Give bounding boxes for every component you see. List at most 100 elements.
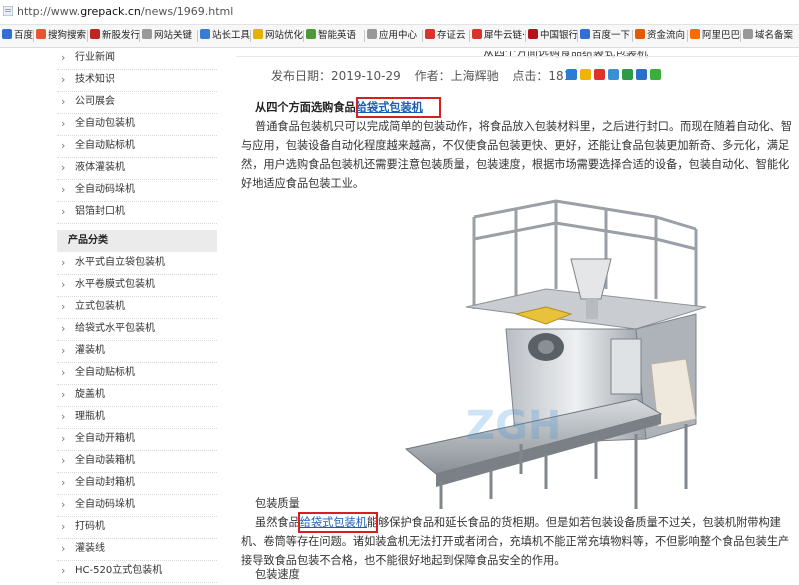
bookmark-item[interactable]: 搜狗搜索 <box>36 29 86 43</box>
sidebar-item[interactable]: › 旋盖机 <box>57 384 217 407</box>
sidebar-item[interactable]: › 全自动码垛机 <box>57 179 217 202</box>
address-bar[interactable]: http://www.grepack.cn/news/1969.html <box>0 0 799 25</box>
share-wechat-icon[interactable] <box>650 69 661 80</box>
sidebar-item[interactable]: › 全自动贴标机 <box>57 135 217 158</box>
section-quality-title: 包装质量 <box>255 497 300 510</box>
sidebar-item-label: 全自动封箱机 <box>75 477 135 488</box>
chevron-right-icon: › <box>61 95 66 108</box>
author: 作者：上海辉驰 <box>414 69 499 83</box>
bookmark-favicon-icon <box>142 29 152 39</box>
chevron-right-icon: › <box>61 454 66 467</box>
sidebar-item[interactable]: › 行业新闻 <box>57 47 217 70</box>
sidebar-item-label: 全自动开箱机 <box>75 433 135 444</box>
sidebar-item[interactable]: › 全自动包装机 <box>57 113 217 136</box>
sidebar-item[interactable]: › 液体灌装机 <box>57 157 217 180</box>
share-renren-icon[interactable] <box>636 69 647 80</box>
sidebar-item-label: 水平式自立袋包装机 <box>75 257 165 268</box>
sidebar-item[interactable]: › 灌装线 <box>57 538 217 561</box>
sidebar-item[interactable]: › 水平卷膜式包装机 <box>57 274 217 297</box>
share-tencent-weibo-icon[interactable] <box>608 69 619 80</box>
bookmark-item[interactable]: 站长工具 <box>200 29 250 43</box>
bookmark-label: 智能英语 <box>318 30 357 41</box>
sidebar-item-label: 全自动码垛机 <box>75 499 135 510</box>
bookmark-label: 资金流向 <box>647 30 686 41</box>
bookmark-label: 网站关键 <box>154 30 193 41</box>
bookmark-label: 中国银行 <box>540 30 579 41</box>
chevron-right-icon: › <box>61 278 66 291</box>
article-title: 从四个方面选购食品给袋式包装机 <box>483 46 648 59</box>
bookmark-item[interactable]: 犀牛云链· <box>472 29 525 43</box>
sidebar-item[interactable]: › 全自动贴标机 <box>57 362 217 385</box>
bookmark-item[interactable]: 新股发行 <box>90 29 140 43</box>
title-divider <box>236 56 799 57</box>
sidebar-item-label: 立式包装机 <box>75 301 125 312</box>
bookmark-item[interactable]: 存证云 <box>425 29 466 43</box>
share-qzone-icon[interactable] <box>580 69 591 80</box>
bookmark-label: 犀牛云链· <box>484 30 526 41</box>
article-content: 从四个方面选购食品给袋式包装机 发布日期：2019-10-29 作者：上海辉驰 … <box>236 46 799 581</box>
bookmark-item[interactable]: 百度 <box>2 29 33 43</box>
bookmark-favicon-icon <box>690 29 700 39</box>
bookmark-item[interactable]: 智能英语 <box>306 29 356 43</box>
sidebar-item-label: 全自动贴标机 <box>75 140 135 151</box>
bookmark-separator <box>364 30 365 42</box>
bookmark-separator <box>740 30 741 42</box>
sidebar-item[interactable]: › 公司展会 <box>57 91 217 114</box>
sidebar-item[interactable]: › 全自动装箱机 <box>57 450 217 473</box>
bookmark-separator <box>632 30 633 42</box>
sidebar-item-label: 打码机 <box>75 521 105 532</box>
share-plus-icon[interactable] <box>566 69 577 80</box>
bookmark-separator <box>197 30 198 42</box>
bookmark-label: 站长工具 <box>212 30 251 41</box>
sidebar-item[interactable]: › 立式包装机 <box>57 296 217 319</box>
sidebar-item[interactable]: › 全自动码垛机 <box>57 494 217 517</box>
sidebar-item[interactable]: › 全自动开箱机 <box>57 428 217 451</box>
bookmark-favicon-icon <box>635 29 645 39</box>
bookmark-separator <box>577 30 578 42</box>
bookmark-separator <box>469 30 470 42</box>
bookmark-item[interactable]: 中国银行 <box>528 29 578 43</box>
bookmark-item[interactable]: 百度一下 <box>580 29 630 43</box>
sidebar-item[interactable]: › 给袋式水平包装机 <box>57 318 217 341</box>
sidebar-item-label: 理瓶机 <box>75 411 105 422</box>
bookmark-separator <box>250 30 251 42</box>
bookmark-item[interactable]: 阿里巴巴 <box>690 29 740 43</box>
bookmark-favicon-icon <box>528 29 538 39</box>
bookmark-favicon-icon <box>253 29 263 39</box>
bookmark-favicon-icon <box>472 29 482 39</box>
bookmark-favicon-icon <box>36 29 46 39</box>
sidebar-item-label: 全自动装箱机 <box>75 455 135 466</box>
sidebar-item-label: 水平卷膜式包装机 <box>75 279 155 290</box>
sidebar-item-label: 公司展会 <box>75 96 115 107</box>
sidebar-item[interactable]: › 理瓶机 <box>57 406 217 429</box>
sidebar-item[interactable]: › 铝箔封口机 <box>57 201 217 224</box>
bookmark-item[interactable]: 网站优化 <box>253 29 303 43</box>
bookmark-label: 域名备案 <box>755 30 794 41</box>
url-text[interactable]: http://www.grepack.cn/news/1969.html <box>17 5 233 18</box>
sidebar-item[interactable]: › 技术知识 <box>57 69 217 92</box>
bookmark-item[interactable]: 域名备案 <box>743 29 793 43</box>
para1-line4: 好地适应食品包装工业。 <box>241 177 365 190</box>
chevron-right-icon: › <box>61 520 66 533</box>
share-weibo-icon[interactable] <box>594 69 605 80</box>
highlight-box <box>356 97 441 118</box>
sidebar-item[interactable]: › 灌装机 <box>57 340 217 363</box>
chevron-right-icon: › <box>61 498 66 511</box>
sidebar-item[interactable]: › 全自动封箱机 <box>57 472 217 495</box>
bookmark-label: 存证云 <box>437 30 466 41</box>
sidebar-item-label: 全自动码垛机 <box>75 184 135 195</box>
chevron-right-icon: › <box>61 410 66 423</box>
bookmark-item[interactable]: 网站关键 <box>142 29 192 43</box>
bookmark-favicon-icon <box>200 29 210 39</box>
bookmark-item[interactable]: 资金流向 <box>635 29 685 43</box>
sidebar-item[interactable]: › 水平式自立袋包装机 <box>57 252 217 275</box>
chevron-right-icon: › <box>61 366 66 379</box>
sidebar-item-label: 给袋式水平包装机 <box>75 323 155 334</box>
bookmark-item[interactable]: 应用中心 <box>367 29 417 43</box>
bookmark-label: 阿里巴巴 <box>702 30 741 41</box>
sidebar-item-label: 旋盖机 <box>75 389 105 400</box>
chevron-right-icon: › <box>61 542 66 555</box>
sidebar-item[interactable]: › 打码机 <box>57 516 217 539</box>
share-douban-icon[interactable] <box>622 69 633 80</box>
bookmark-favicon-icon <box>425 29 435 39</box>
